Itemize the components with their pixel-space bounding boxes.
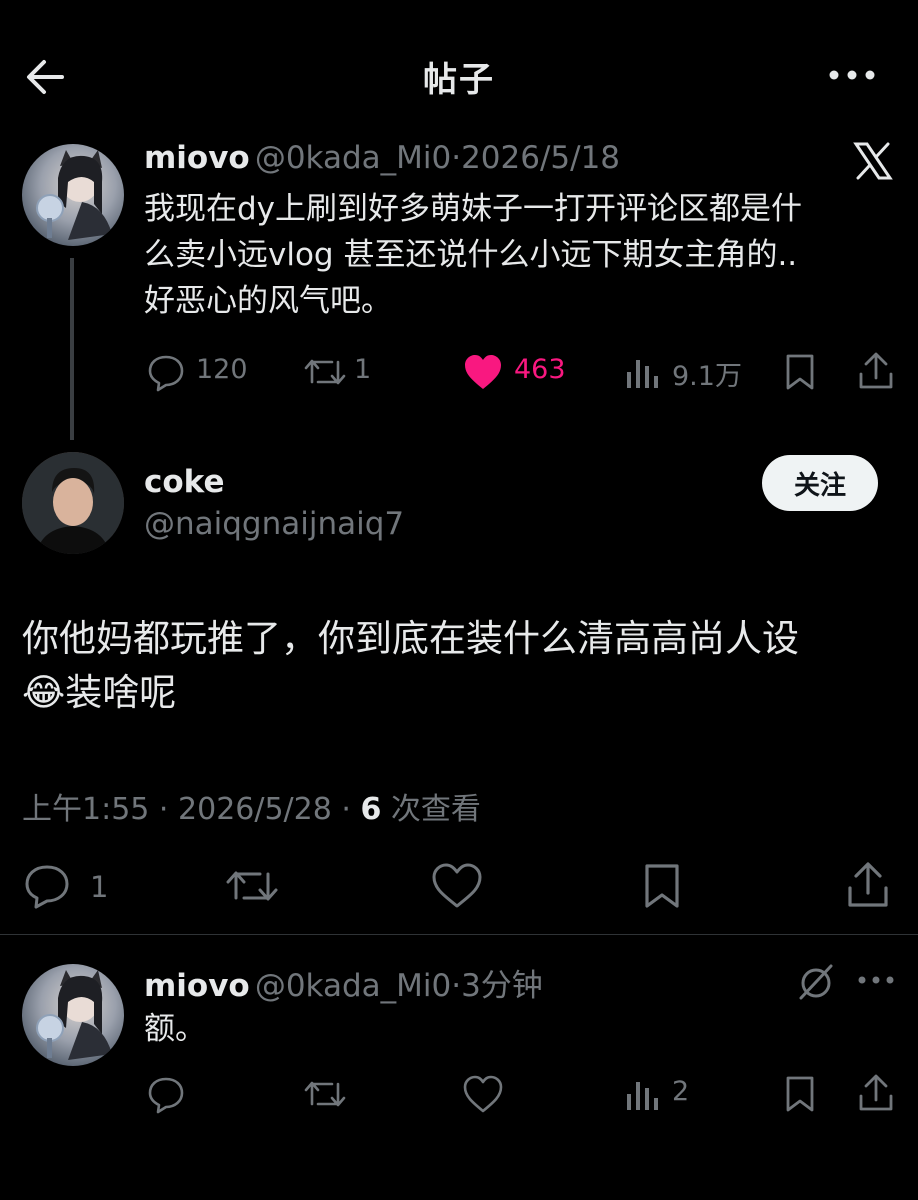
post-view-number: 6: [360, 792, 382, 827]
repost-icon[interactable]: [302, 1074, 348, 1114]
parent-handle[interactable]: @0kada_Mi0: [255, 140, 451, 176]
reply-icon[interactable]: [146, 1074, 186, 1114]
avatar-coke[interactable]: [22, 452, 124, 554]
parent-like-count: 463: [514, 354, 566, 385]
laughing-tears-emoji: 😂: [22, 671, 66, 714]
like-heart-icon[interactable]: [430, 862, 484, 910]
main-reply-count: 1: [90, 870, 109, 904]
parent-text-line: 么卖小远vlog 甚至还说什么小远下期女主角的..: [144, 237, 798, 273]
main-text-line2: 😂装啥呢: [22, 666, 902, 720]
page-title: 帖子: [423, 60, 495, 100]
section-divider: [0, 934, 918, 935]
x-logo-icon: [852, 140, 894, 182]
parent-post-header: miovo @0kada_Mi0·2026/5/18: [144, 140, 620, 176]
share-icon[interactable]: [856, 350, 896, 392]
main-handle[interactable]: @naiqgnaijnaiq7: [144, 506, 404, 542]
share-icon[interactable]: [856, 1072, 896, 1114]
avatar-miovo[interactable]: [22, 964, 124, 1066]
liked-heart-icon[interactable]: [462, 352, 504, 392]
reply-handle[interactable]: @0kada_Mi0: [255, 968, 451, 1004]
parent-separator: ·: [451, 140, 462, 176]
more-options-icon[interactable]: [826, 60, 878, 90]
main-post-text: 你他妈都玩推了，你到底在装什么清高高尚人设 😂装啥呢: [22, 612, 902, 720]
parent-repost-count: 1: [354, 354, 372, 385]
like-heart-icon[interactable]: [462, 1074, 504, 1114]
timestamp-separator: ·: [341, 792, 351, 827]
share-icon[interactable]: [844, 860, 892, 910]
views-icon[interactable]: [624, 352, 660, 392]
reply-post-text: 额。: [144, 1011, 206, 1047]
post-date: 2026/5/28: [178, 792, 332, 827]
repost-icon[interactable]: [224, 862, 280, 910]
main-text-line: 你他妈都玩推了，你到底在装什么清高高尚人设: [22, 617, 799, 660]
reply-icon[interactable]: [22, 862, 72, 910]
bookmark-icon[interactable]: [640, 862, 684, 910]
bookmark-icon[interactable]: [782, 352, 818, 392]
post-view-label: 次查看: [390, 792, 481, 827]
parent-display-name[interactable]: miovo: [144, 140, 250, 176]
reply-separator: ·: [451, 968, 462, 1004]
avatar-miovo[interactable]: [22, 144, 124, 246]
reply-time[interactable]: 3分钟: [461, 968, 543, 1004]
reply-view-count: 2: [672, 1076, 690, 1107]
reply-post-header: miovo @0kada_Mi0·3分钟: [144, 960, 543, 1005]
reply-icon[interactable]: [146, 352, 186, 392]
parent-text-line: 我现在dy上刷到好多萌妹子一打开评论区都是什: [144, 191, 803, 227]
bookmark-icon[interactable]: [782, 1074, 818, 1114]
parent-date[interactable]: 2026/5/18: [461, 140, 620, 176]
thread-connector-line: [70, 258, 74, 440]
parent-post-text: 我现在dy上刷到好多萌妹子一打开评论区都是什 么卖小远vlog 甚至还说什么小远…: [144, 186, 884, 324]
post-timestamp: 上午1:55 · 2026/5/28 · 6 次查看: [22, 784, 481, 828]
more-options-icon[interactable]: [856, 968, 896, 992]
main-display-name[interactable]: coke: [144, 464, 224, 500]
grok-icon[interactable]: [796, 962, 836, 1002]
follow-button[interactable]: 关注: [762, 455, 878, 511]
parent-view-count: 9.1万: [672, 361, 742, 392]
post-time: 上午1:55: [22, 792, 150, 827]
reply-display-name[interactable]: miovo: [144, 968, 250, 1004]
parent-reply-count: 120: [196, 354, 248, 385]
parent-text-line: 好恶心的风气吧。: [144, 283, 392, 319]
repost-icon[interactable]: [302, 352, 348, 392]
views-icon[interactable]: [624, 1074, 660, 1114]
main-text-tail: 装啥呢: [65, 671, 177, 714]
